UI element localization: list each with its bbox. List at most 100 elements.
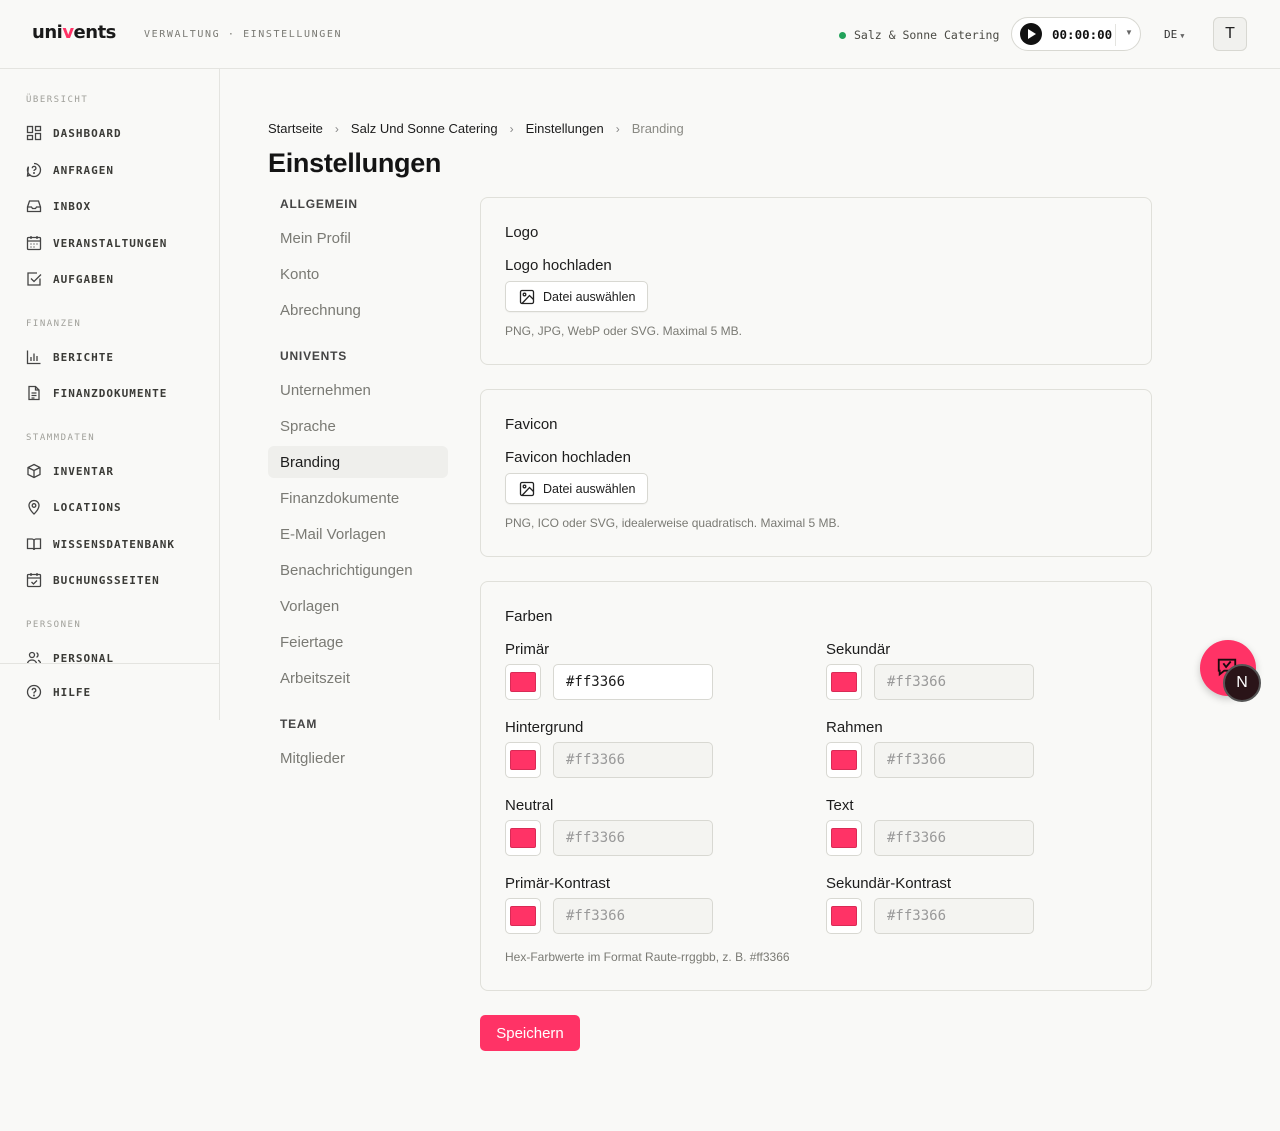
sidebar-item-aufgaben[interactable]: AUFGABEN xyxy=(26,271,114,287)
sidebar-item-berichte[interactable]: BERICHTE xyxy=(26,349,114,365)
card-title: Favicon xyxy=(505,416,558,433)
chevron-down-icon[interactable]: ▼ xyxy=(1125,28,1133,37)
color-swatch-button[interactable] xyxy=(826,820,862,856)
color-swatch xyxy=(510,672,536,692)
book-icon xyxy=(26,538,42,551)
settings-nav-item[interactable]: Mitglieder xyxy=(268,742,448,774)
color-swatch xyxy=(831,906,857,926)
sidebar-item-buchungsseiten[interactable]: BUCHUNGSSEITEN xyxy=(26,572,160,588)
sidebar-section-title: STAMMDATEN xyxy=(26,433,96,443)
checkbox-icon xyxy=(27,272,42,286)
sidebar-item-inbox[interactable]: INBOX xyxy=(26,198,91,214)
settings-nav-item[interactable]: E-Mail Vorlagen xyxy=(268,518,448,550)
settings-nav-item[interactable]: Vorlagen xyxy=(268,590,448,622)
card-title: Logo xyxy=(505,224,539,241)
save-button[interactable]: Speichern xyxy=(480,1015,580,1051)
sidebar-item-anfragen[interactable]: ANFRAGEN xyxy=(26,162,114,178)
settings-nav-item[interactable]: Arbeitszeit xyxy=(268,662,448,694)
sidebar-item-label: AUFGABEN xyxy=(53,272,114,286)
color-swatch-button[interactable] xyxy=(505,742,541,778)
border-color-input[interactable]: #ff3366 xyxy=(874,742,1034,778)
primary-color-input[interactable]: #ff3366 xyxy=(553,664,713,700)
settings-nav-item[interactable]: Mein Profil xyxy=(268,222,448,254)
user-avatar-button[interactable]: T xyxy=(1213,17,1247,51)
sidebar-item-hilfe[interactable]: HILFE xyxy=(26,684,91,700)
color-swatch xyxy=(831,750,857,770)
breadcrumb-link[interactable]: Salz Und Sonne Catering xyxy=(351,121,498,136)
neutral-color-input[interactable]: #ff3366 xyxy=(553,820,713,856)
breadcrumb-link[interactable]: Startseite xyxy=(268,121,323,136)
background-color-input[interactable]: #ff3366 xyxy=(553,742,713,778)
settings-nav-item[interactable]: Konto xyxy=(268,258,448,290)
timer-divider xyxy=(1115,24,1116,46)
sidebar-item-wissensdatenbank[interactable]: WISSENSDATENBANK xyxy=(26,536,175,552)
sidebar-section-title: ÜBERSICHT xyxy=(26,95,89,105)
settings-nav-group-title: UNIVENTS xyxy=(280,349,348,363)
secondary-contrast-color-input[interactable]: #ff3366 xyxy=(874,898,1034,934)
calendar-check-icon xyxy=(26,573,42,588)
color-swatch-button[interactable] xyxy=(826,664,862,700)
header-breadcrumb: VERWALTUNG · EINSTELLUNGEN xyxy=(144,29,343,40)
color-swatch-button[interactable] xyxy=(505,820,541,856)
settings-nav-item[interactable]: Abrechnung xyxy=(268,294,448,326)
dev-tools-button[interactable]: N xyxy=(1223,664,1261,702)
chart-icon xyxy=(26,350,41,365)
sidebar-section-title: FINANZEN xyxy=(26,319,82,329)
sidebar-item-label: WISSENSDATENBANK xyxy=(53,537,175,551)
sidebar-item-locations[interactable]: LOCATIONS xyxy=(26,499,122,515)
sidebar-section-title: PERSONEN xyxy=(26,620,82,630)
chevron-right-icon: › xyxy=(509,121,514,136)
settings-nav-item[interactable]: Benachrichtigungen xyxy=(268,554,448,586)
chevron-down-icon: ▼ xyxy=(1180,32,1185,40)
sidebar-item-veranstaltungen[interactable]: VERANSTALTUNGEN xyxy=(26,235,167,251)
settings-nav-item[interactable]: Sprache xyxy=(268,410,448,442)
timer-display: 00:00:00 xyxy=(1052,26,1113,42)
chevron-right-icon: › xyxy=(615,121,620,136)
settings-nav-item[interactable]: Finanzdokumente xyxy=(268,482,448,514)
settings-nav-item[interactable]: Feiertage xyxy=(268,626,448,658)
company-name: Salz & Sonne Catering xyxy=(854,28,1000,42)
page-title: Einstellungen xyxy=(268,148,442,178)
calendar-icon xyxy=(26,236,42,251)
color-swatch-button[interactable] xyxy=(505,664,541,700)
color-swatch xyxy=(831,672,857,692)
logo-hint: PNG, JPG, WebP oder SVG. Maximal 5 MB. xyxy=(505,324,742,338)
color-swatch xyxy=(510,906,536,926)
favicon-hint: PNG, ICO oder SVG, idealerweise quadrati… xyxy=(505,516,840,530)
sidebar-item-finanzdokumente[interactable]: FINANZDOKUMENTE xyxy=(26,385,167,401)
primary-contrast-color-input[interactable]: #ff3366 xyxy=(553,898,713,934)
color-swatch xyxy=(831,828,857,848)
image-icon xyxy=(519,481,535,496)
app-logo[interactable]: univents xyxy=(32,22,116,43)
breadcrumb-link[interactable]: Einstellungen xyxy=(526,121,604,136)
sidebar-item-label: INVENTAR xyxy=(53,464,114,478)
sidebar-item-label: BERICHTE xyxy=(53,350,114,364)
sidebar-item-inventar[interactable]: INVENTAR xyxy=(26,463,114,479)
settings-nav-group-title: TEAM xyxy=(280,717,318,731)
color-swatch-button[interactable] xyxy=(826,742,862,778)
secondary-color-input[interactable]: #ff3366 xyxy=(874,664,1034,700)
logo-file-button[interactable]: Datei auswählen xyxy=(505,281,648,312)
color-swatch-button[interactable] xyxy=(505,898,541,934)
settings-nav-group-title: ALLGEMEIN xyxy=(280,197,358,211)
sidebar-item-label: VERANSTALTUNGEN xyxy=(53,236,168,250)
text-color-input[interactable]: #ff3366 xyxy=(874,820,1034,856)
sidebar-item-label: DASHBOARD xyxy=(53,126,122,140)
settings-nav-item[interactable]: Unternehmen xyxy=(268,374,448,406)
favicon-file-button[interactable]: Datei auswählen xyxy=(505,473,648,504)
time-tracker: 00:00:00 ▼ xyxy=(1011,17,1141,51)
document-icon xyxy=(28,385,40,401)
language-selector[interactable]: DE ▼ xyxy=(1164,28,1184,41)
question-icon xyxy=(26,162,42,178)
breadcrumb-current: Branding xyxy=(631,121,684,136)
color-swatch-button[interactable] xyxy=(826,898,862,934)
colors-hint: Hex-Farbwerte im Format Raute-rrggbb, z.… xyxy=(505,950,790,964)
settings-nav-item-active[interactable]: Branding xyxy=(268,446,448,478)
play-icon[interactable] xyxy=(1020,23,1042,45)
file-button-label: Datei auswählen xyxy=(543,289,636,304)
favicon-card: Favicon Favicon hochladen Datei auswähle… xyxy=(480,389,1152,557)
sidebar-item-dashboard[interactable]: DASHBOARD xyxy=(26,125,122,141)
sidebar-item-label: INBOX xyxy=(53,199,92,213)
box-icon xyxy=(27,463,41,479)
company-selector[interactable]: Salz & Sonne Catering xyxy=(839,28,999,42)
